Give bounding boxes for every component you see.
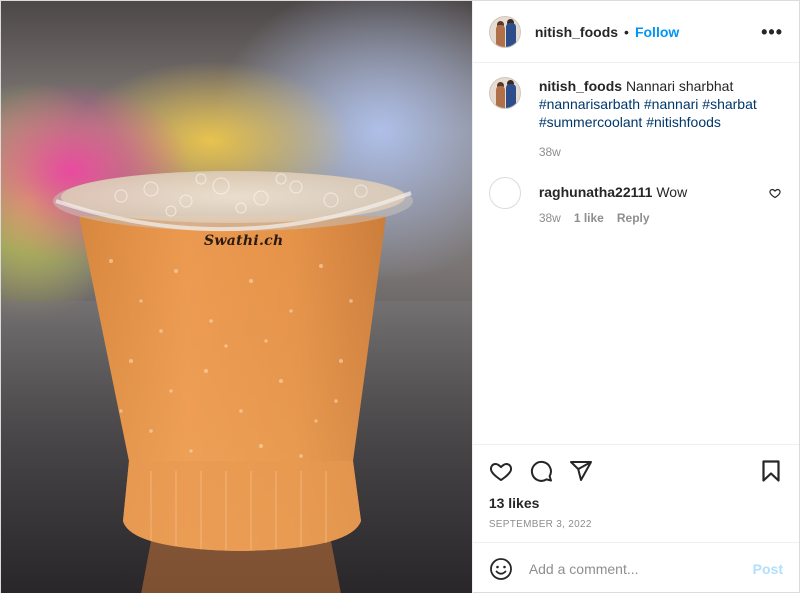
add-comment-bar: Post [472,542,799,593]
reply-button[interactable]: Reply [617,211,650,225]
post-actions: 13 likes SEPTEMBER 3, 2022 [472,444,799,542]
post-comment-button[interactable]: Post [753,561,783,577]
hashtag[interactable]: #nitishfoods [646,114,721,130]
comment-item: raghunatha22111 Wow 38w 1 like Reply [488,177,783,225]
author-avatar[interactable] [488,15,521,48]
separator-dot: • [624,23,629,40]
comments-list[interactable]: nitish_foods Nannari sharbhat #nannarisa… [473,63,799,444]
share-icon[interactable] [569,459,593,483]
caption-text: Nannari sharbhat [625,78,734,94]
commenter-username[interactable]: raghunatha22111 [539,184,653,200]
comment-likes-link[interactable]: 1 like [574,211,604,225]
hashtag[interactable]: #sharbat [702,96,756,112]
bookmark-icon[interactable] [759,459,783,483]
hashtag[interactable]: #nannarisarbath [539,96,640,112]
comment-line: raghunatha22111 Wow [539,183,687,201]
hashtag[interactable]: #nannari [644,96,699,112]
emoji-icon[interactable] [489,557,513,581]
caption-age[interactable]: 38w [539,143,757,161]
caption-username[interactable]: nitish_foods [539,78,622,94]
commenter-avatar[interactable] [488,177,521,209]
comment-input[interactable] [528,560,753,577]
follow-button[interactable]: Follow [635,24,679,40]
post-side-panel: nitish_foods • Follow ••• nitish_foods N… [471,1,799,593]
comment-text: Wow [656,184,688,200]
comment-body: raghunatha22111 Wow 38w 1 like Reply [539,177,687,225]
caption-author-avatar[interactable] [488,77,521,109]
action-icons-row [489,459,783,483]
comment-heart-icon[interactable] [769,187,781,199]
post-image[interactable]: Swathi.ch [1,1,472,593]
heart-icon[interactable] [489,459,513,483]
drink-cup-illustration [53,171,413,593]
post-date: SEPTEMBER 3, 2022 [488,519,592,530]
comment-meta-row: 38w 1 like Reply [539,211,687,225]
comment-age[interactable]: 38w [539,211,561,225]
post-header: nitish_foods • Follow ••• [472,1,799,63]
caption-text-block: nitish_foods Nannari sharbhat #nannarisa… [539,77,757,161]
likes-count[interactable]: 13 likes [489,495,783,511]
hashtag[interactable]: #summercoolant [539,114,643,130]
image-watermark: Swathi.ch [204,233,284,249]
more-options-icon[interactable]: ••• [761,23,783,41]
post-caption: nitish_foods Nannari sharbhat #nannarisa… [488,77,783,161]
author-username[interactable]: nitish_foods [535,24,618,40]
comment-icon[interactable] [529,459,553,483]
post-dialog: Swathi.ch nitish_foods • Follow ••• niti… [0,0,800,593]
